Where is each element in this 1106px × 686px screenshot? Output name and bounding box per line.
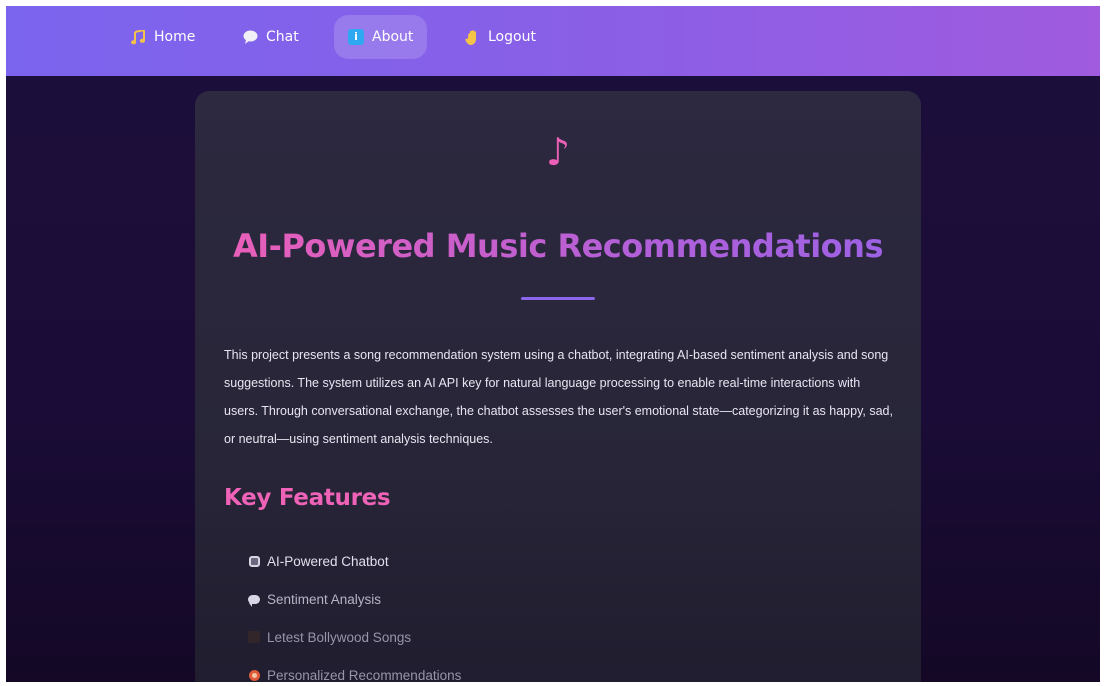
music-note-icon: ♪ [545,130,571,174]
nav-about-label: About [372,29,414,45]
about-card: ♪ AI-Powered Music Recommendations This … [195,91,921,682]
nav-logout-link[interactable]: Logout [450,15,550,59]
speech-bubble-icon [242,29,258,45]
app-frame: Home Chat i About Logout ♪ AI-Powered Mu… [6,6,1100,682]
waving-hand-icon [464,29,480,45]
list-item: Personalized Recommendations [247,656,461,682]
list-item: Letest Bollywood Songs [247,618,461,656]
page-title: AI-Powered Music Recommendations [195,227,921,265]
nav-about-link[interactable]: i About [334,15,428,59]
feature-label: AI-Powered Chatbot [267,553,389,569]
music-notes-icon [130,29,146,45]
music-icon [247,629,261,645]
nav-chat-link[interactable]: Chat [228,15,313,59]
nav-logout-label: Logout [488,29,536,45]
features-list: AI-Powered Chatbot Sentiment Analysis Le… [247,542,461,682]
top-navbar: Home Chat i About Logout [6,6,1100,76]
feature-label: Sentiment Analysis [267,591,382,607]
list-item: Sentiment Analysis [247,580,461,618]
info-icon: i [348,29,364,45]
nav-home-label: Home [154,29,196,45]
speech-bubble-icon [247,591,261,607]
feature-label: Letest Bollywood Songs [267,629,412,645]
title-divider [521,297,595,300]
nav-chat-label: Chat [266,29,299,45]
key-features-heading: Key Features [224,485,391,511]
nav-home-link[interactable]: Home [116,15,209,59]
project-description: This project presents a song recommendat… [224,348,893,446]
target-icon [247,667,261,682]
feature-label: Personalized Recommendations [267,667,462,683]
list-item: AI-Powered Chatbot [247,542,461,580]
robot-icon [247,553,261,569]
